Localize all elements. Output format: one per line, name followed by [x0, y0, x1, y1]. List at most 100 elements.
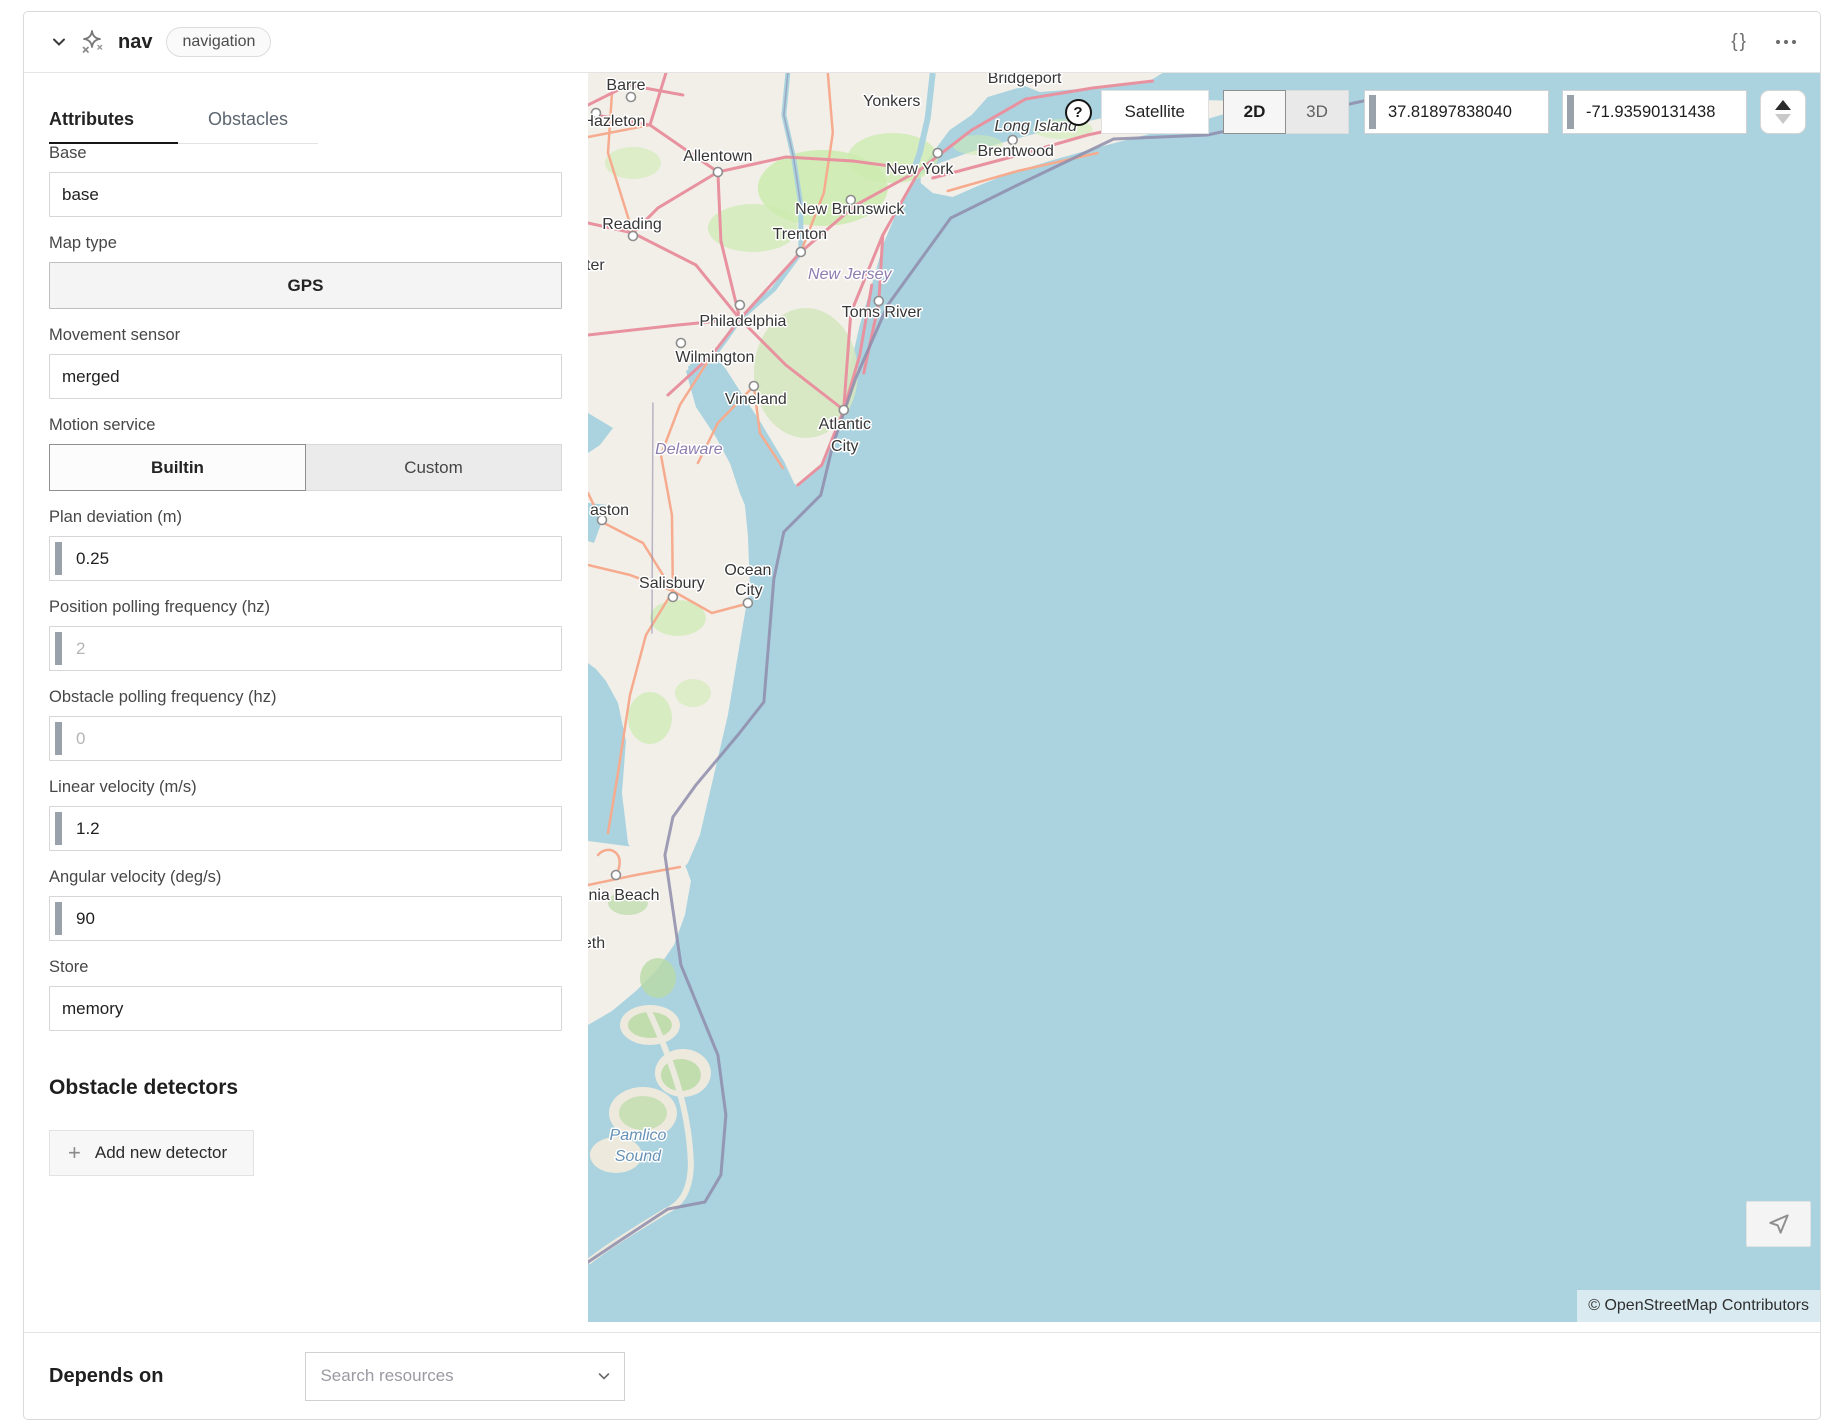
- search-resources-input[interactable]: [305, 1352, 625, 1401]
- map-label: New York: [886, 161, 955, 178]
- number-drag-handle[interactable]: [55, 902, 62, 935]
- map-label: City: [735, 582, 763, 599]
- map-label: Delaware: [655, 441, 723, 458]
- satellite-toggle-button[interactable]: Satellite: [1101, 90, 1209, 134]
- collapse-chevron-icon[interactable]: [46, 29, 72, 55]
- navigation-arrow-icon: [1766, 1211, 1792, 1237]
- map-label: Atlantic: [819, 416, 871, 433]
- motion-service-builtin-button[interactable]: Builtin: [49, 444, 306, 491]
- map-label: Sound: [615, 1148, 662, 1165]
- linear-velocity-label: Linear velocity (m/s): [49, 778, 562, 797]
- store-label: Store: [49, 958, 562, 977]
- linear-velocity-input[interactable]: [49, 806, 562, 851]
- card-header: nav navigation {}: [24, 12, 1820, 73]
- map-label: Ocean: [724, 562, 771, 579]
- map-label: Salisbury: [639, 575, 705, 592]
- obstacle-polling-label: Obstacle polling frequency (hz): [49, 688, 562, 707]
- resource-card: nav navigation {} Attributes Obstacles B…: [23, 11, 1821, 1420]
- map-label: Reading: [602, 216, 662, 233]
- map-label: ginia Beach: [588, 887, 660, 904]
- help-question-icon[interactable]: ?: [1065, 99, 1092, 126]
- map-label: Toms River: [842, 304, 923, 321]
- depends-on-bar: Depends on: [24, 1332, 1820, 1419]
- more-options-ellipsis-icon[interactable]: [1774, 38, 1798, 46]
- plan-deviation-label: Plan deviation (m): [49, 508, 562, 527]
- map-label: Allentown: [683, 148, 752, 165]
- map-label: Wilmington: [675, 349, 754, 366]
- map-label: aston: [590, 502, 629, 519]
- position-polling-input[interactable]: [49, 626, 562, 671]
- number-drag-handle[interactable]: [55, 812, 62, 845]
- city-marker: [796, 248, 805, 257]
- dimension-toggle: 2D 3D: [1223, 90, 1349, 134]
- movement-sensor-label: Movement sensor: [49, 326, 562, 345]
- navigation-service-sparkles-icon: [78, 28, 106, 56]
- locate-arrow-button[interactable]: [1746, 1201, 1811, 1247]
- add-new-detector-button[interactable]: + Add new detector: [49, 1130, 254, 1176]
- city-marker: [839, 406, 848, 415]
- angular-velocity-input[interactable]: [49, 896, 562, 941]
- map-label: City: [831, 438, 859, 455]
- tab-attributes[interactable]: Attributes: [49, 103, 178, 144]
- map-label: beth: [588, 935, 605, 952]
- map-attribution: © OpenStreetMap Contributors: [1577, 1290, 1820, 1322]
- motion-service-toggle: Builtin Custom: [49, 444, 562, 491]
- map-controls: ? Satellite 2D 3D: [1065, 90, 1806, 134]
- number-drag-handle[interactable]: [1369, 95, 1376, 129]
- resource-type-badge: navigation: [166, 27, 271, 56]
- city-marker: [611, 871, 620, 880]
- obstacle-polling-input[interactable]: [49, 716, 562, 761]
- mode-2d-button[interactable]: 2D: [1223, 90, 1286, 134]
- city-marker: [743, 599, 752, 608]
- json-braces-icon[interactable]: {}: [1731, 31, 1748, 53]
- map-label: New Jersey: [808, 266, 892, 283]
- movement-sensor-input[interactable]: [49, 354, 562, 399]
- angular-velocity-label: Angular velocity (deg/s): [49, 868, 562, 887]
- city-marker: [749, 382, 758, 391]
- plan-deviation-input[interactable]: [49, 536, 562, 581]
- city-marker: [933, 149, 942, 158]
- tab-obstacles[interactable]: Obstacles: [178, 103, 318, 144]
- motion-service-custom-button[interactable]: Custom: [306, 444, 562, 491]
- map-label: Philadelphia: [699, 313, 786, 330]
- store-input[interactable]: [49, 986, 562, 1031]
- map-label: Vineland: [725, 391, 787, 408]
- map-canvas[interactable]: BarreHazletonYonkersBridgeportNew YorkLo…: [588, 73, 1820, 1322]
- number-drag-handle[interactable]: [1567, 95, 1574, 129]
- map-label: Yonkers: [863, 93, 920, 110]
- latitude-input[interactable]: [1364, 90, 1549, 134]
- longitude-input[interactable]: [1562, 90, 1747, 134]
- map-label: ter: [588, 257, 605, 274]
- plus-icon: +: [68, 1142, 81, 1164]
- map-label: Bridgeport: [988, 73, 1062, 87]
- city-marker: [735, 301, 744, 310]
- depends-on-combobox: [305, 1352, 625, 1401]
- number-drag-handle[interactable]: [55, 632, 62, 665]
- motion-service-label: Motion service: [49, 416, 562, 435]
- zoom-stepper[interactable]: [1760, 90, 1806, 134]
- map-label: New Brunswick: [795, 201, 905, 218]
- number-drag-handle[interactable]: [55, 722, 62, 755]
- navigation-map[interactable]: BarreHazletonYonkersBridgeportNew YorkLo…: [588, 73, 1820, 1322]
- city-marker: [676, 339, 685, 348]
- map-label: Hazleton: [588, 113, 646, 130]
- number-drag-handle[interactable]: [55, 542, 62, 575]
- mode-3d-button[interactable]: 3D: [1286, 90, 1349, 134]
- depends-on-label: Depends on: [49, 1365, 163, 1388]
- base-label: Base: [49, 144, 562, 163]
- base-input[interactable]: [49, 172, 562, 217]
- map-type-gps-button[interactable]: GPS: [49, 262, 562, 309]
- tab-bar: Attributes Obstacles: [49, 103, 562, 144]
- map-label: Brentwood: [977, 143, 1053, 160]
- city-marker: [713, 168, 722, 177]
- resource-title: nav: [118, 31, 152, 54]
- map-label: Trenton: [773, 226, 827, 243]
- obstacle-detectors-heading: Obstacle detectors: [49, 1076, 562, 1100]
- step-up-icon: [1775, 100, 1791, 110]
- city-marker: [668, 593, 677, 602]
- attributes-panel: Attributes Obstacles Base Map type GPS M…: [24, 73, 588, 1322]
- position-polling-label: Position polling frequency (hz): [49, 598, 562, 617]
- map-type-label: Map type: [49, 234, 562, 253]
- add-new-detector-label: Add new detector: [95, 1143, 227, 1163]
- step-down-icon: [1775, 114, 1791, 124]
